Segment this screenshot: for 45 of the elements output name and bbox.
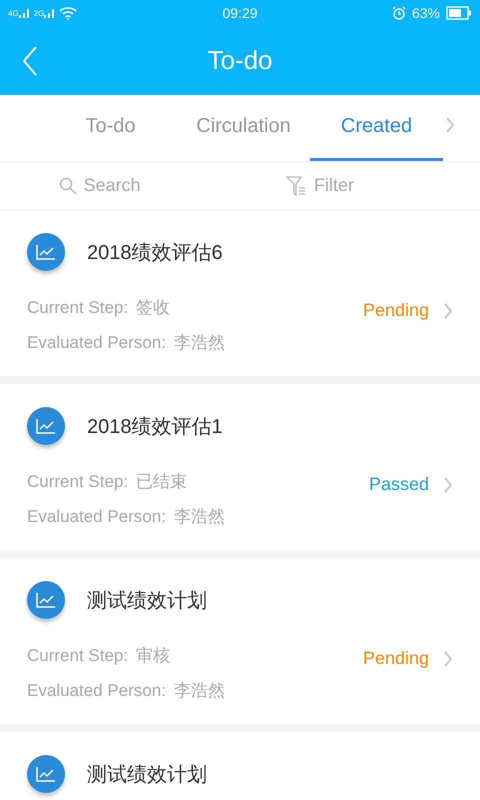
status-link[interactable]: Passed [368, 474, 453, 495]
field-value: 已结束 [136, 471, 188, 493]
field-value: 李浩然 [174, 506, 225, 528]
field-value: 李浩然 [174, 680, 225, 702]
search-button[interactable]: Search [0, 162, 200, 208]
field-label: Evaluated Person: [27, 506, 166, 526]
field-label: Current Step: [27, 646, 128, 666]
status-link[interactable]: Pending [362, 648, 453, 669]
signal-icon [44, 8, 56, 18]
field-label: Current Step: [27, 472, 128, 492]
status-link[interactable]: Pending [362, 300, 453, 321]
task-card[interactable]: 2018绩效评估1 Current Step: 已结束 Passed Evaluated Person: 李浩然 [0, 384, 480, 550]
chart-icon [27, 755, 65, 793]
wifi-icon [59, 6, 78, 20]
field-label: Current Step: [27, 298, 128, 318]
network-type: 2G [34, 9, 44, 18]
chevron-right-icon [443, 650, 453, 666]
battery-icon [446, 6, 472, 20]
chevron-left-icon [22, 46, 38, 76]
chart-icon [27, 581, 65, 619]
tab[interactable]: To-do [44, 95, 177, 161]
field-value: 审核 [136, 645, 170, 667]
task-title: 测试绩效计划 [87, 762, 207, 788]
task-card[interactable]: 2018绩效评估6 Current Step: 签收 Pending Evaluated Person: 李浩然 [0, 210, 480, 376]
signal-icon [18, 8, 31, 18]
chevron-right-icon [443, 476, 453, 492]
alarm-icon [392, 6, 406, 20]
chart-icon [27, 233, 65, 271]
task-card[interactable]: 测试绩效计划 [0, 732, 480, 800]
field-value: 李浩然 [174, 332, 225, 354]
page-title: To-do [207, 45, 273, 75]
filter-button[interactable]: Filter [200, 162, 480, 208]
task-title: 2018绩效评估1 [87, 414, 223, 440]
battery-level: 63% [412, 5, 440, 21]
clock-time: 09:29 [222, 5, 258, 21]
tab[interactable]: Circulation [177, 95, 310, 161]
chevron-right-icon [443, 302, 453, 318]
chart-icon [27, 407, 65, 445]
task-title: 2018绩效评估6 [87, 240, 223, 266]
network-type: 4G [8, 9, 19, 18]
field-label: Evaluated Person: [27, 680, 166, 700]
task-title: 测试绩效计划 [87, 588, 207, 614]
field-value: 签收 [136, 297, 170, 319]
task-card[interactable]: 测试绩效计划 Current Step: 审核 Pending Evaluated Person: 李浩然 [0, 558, 480, 724]
field-label: Evaluated Person: [27, 332, 166, 352]
